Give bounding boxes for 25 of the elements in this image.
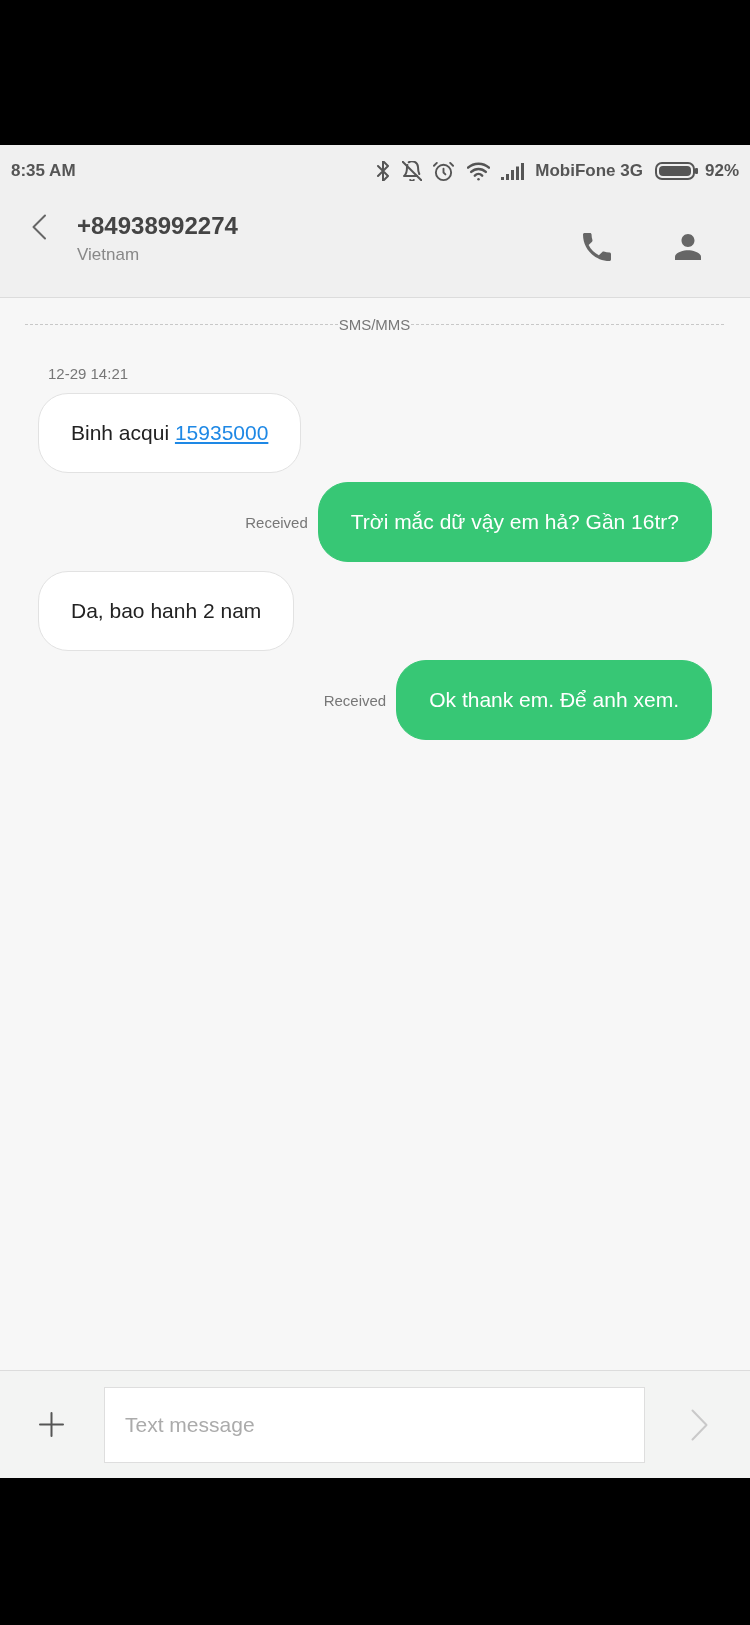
- delivery-status: Received: [323, 691, 387, 709]
- contact-number: +84938992274: [77, 211, 238, 241]
- message-text: Ok thank em. Để anh xem.: [429, 687, 679, 713]
- phone-icon[interactable]: [583, 233, 611, 261]
- bell-off-icon: [402, 161, 423, 181]
- thread-type-label: SMS/MMS: [337, 315, 412, 333]
- plus-icon[interactable]: [39, 1412, 64, 1437]
- battery-icon: [654, 162, 698, 180]
- wifi-icon: [467, 161, 491, 181]
- carrier-name: MobiFone 3G: [535, 161, 643, 181]
- delivery-status: Received: [245, 513, 308, 531]
- battery-percent: 92%: [704, 161, 739, 181]
- message-input[interactable]: Text message: [104, 1386, 645, 1463]
- bluetooth-icon: [376, 161, 391, 181]
- status-time: 8:35 AM: [11, 161, 76, 181]
- back-icon[interactable]: [31, 214, 47, 240]
- person-icon[interactable]: [675, 234, 701, 260]
- message-text: Trời mắc dữ vậy em hả? Gần 16tr?: [350, 509, 679, 535]
- contact-country: Vietnam: [77, 244, 141, 266]
- message-text: Binh acqui 15935000: [71, 420, 269, 446]
- signal-icon: [501, 162, 526, 180]
- message-timestamp: 12-29 14:21: [48, 365, 129, 383]
- message-link[interactable]: 15935000: [174, 421, 269, 444]
- message-text: Da, bao hanh 2 nam: [71, 598, 262, 624]
- alarm-clock-icon: [433, 160, 455, 182]
